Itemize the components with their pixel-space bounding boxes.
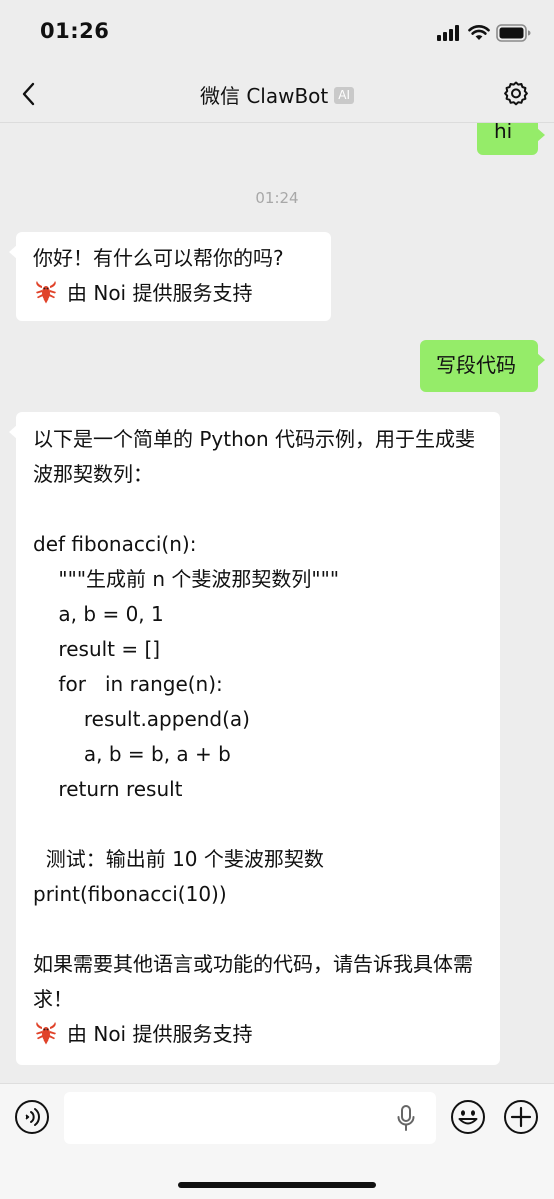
input-bar <box>0 1083 554 1199</box>
home-indicator[interactable] <box>178 1182 376 1188</box>
battery-icon <box>496 24 531 42</box>
chat-screen: 01:26 微信 ClawBot AI hi 01:24 你好！有什么可以帮你的… <box>0 0 554 1199</box>
message-text: 写段代码 <box>436 353 516 377</box>
gear-icon[interactable] <box>502 80 530 108</box>
code-test-comment: 测试：输出前 10 个斐波那契数 <box>33 847 324 871</box>
code-print-line: print(fibonacci(10)) <box>33 882 227 906</box>
code-outro-text: 如果需要其他语言或功能的代码，请告诉我具体需求！ <box>33 952 473 1011</box>
code-intro-text: 以下是一个简单的 Python 代码示例，用于生成斐波那契数列： <box>33 427 476 486</box>
code-line: return result <box>33 777 183 801</box>
signal-icon <box>437 25 459 41</box>
service-footer: 由 Noi 提供服务支持 <box>33 276 319 311</box>
message-timestamp: 01:24 <box>255 189 299 207</box>
code-line: result.append(a) <box>33 707 250 731</box>
message-text: 你好！有什么可以帮你的吗? <box>33 246 284 270</box>
status-time: 01:26 <box>40 19 110 43</box>
code-line: a, b = b, a + b <box>33 742 231 766</box>
page-title: 微信 ClawBot <box>199 83 329 108</box>
message-input[interactable] <box>64 1092 436 1144</box>
service-footer-text: 由 Noi 提供服务支持 <box>67 1022 253 1046</box>
code-line: a, b = 0, 1 <box>33 602 164 626</box>
message-text: hi <box>494 123 513 143</box>
nav-bar: 微信 ClawBot AI <box>0 66 554 123</box>
status-bar: 01:26 <box>0 0 554 66</box>
message-outgoing-request[interactable]: 写段代码 <box>420 340 545 392</box>
message-incoming-greeting[interactable]: 你好！有什么可以帮你的吗? 由 Noi 提供服务支持 <box>9 232 331 321</box>
voice-icon[interactable] <box>14 1099 50 1135</box>
code-line: result = [] <box>33 637 161 661</box>
message-incoming-code[interactable]: 以下是一个简单的 Python 代码示例，用于生成斐波那契数列： def fib… <box>9 412 500 1065</box>
nav-title-group: 微信 ClawBot AI <box>0 81 554 109</box>
service-footer: 由 Noi 提供服务支持 <box>33 1017 488 1052</box>
plus-icon[interactable] <box>503 1099 539 1135</box>
code-line: for in range(n): <box>33 672 223 696</box>
message-outgoing-hi[interactable]: hi <box>477 123 545 155</box>
wifi-icon <box>468 25 490 40</box>
lobster-icon <box>36 281 56 304</box>
code-line: """生成前 n 个斐波那契数列""" <box>33 567 340 591</box>
ai-badge: AI <box>334 87 355 104</box>
lobster-icon <box>36 1022 56 1045</box>
emoji-icon[interactable] <box>450 1099 486 1135</box>
code-line: def fibonacci(n): <box>33 532 197 556</box>
mic-icon[interactable] <box>396 1104 416 1132</box>
service-footer-text: 由 Noi 提供服务支持 <box>67 281 253 305</box>
chat-area[interactable]: hi 01:24 你好！有什么可以帮你的吗? 由 Noi 提供服务支持 写段代码… <box>0 123 554 1083</box>
